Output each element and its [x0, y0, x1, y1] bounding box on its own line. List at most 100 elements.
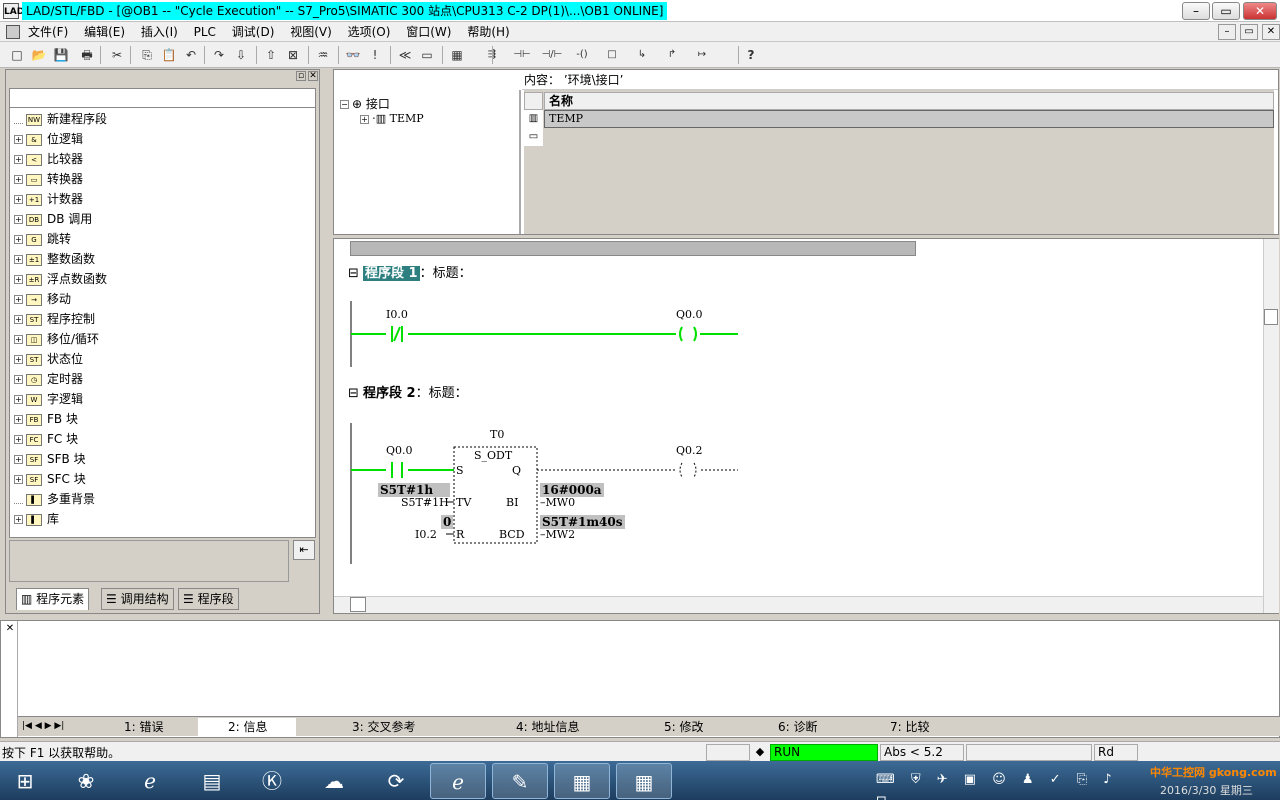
close-button[interactable]: ✕	[1243, 2, 1277, 20]
tree-item[interactable]: ▌ 多重背景	[14, 490, 95, 508]
tab-diagnose[interactable]: 6: 诊断	[778, 718, 818, 736]
editor-hscroll-thumb[interactable]	[350, 597, 366, 612]
tree-item[interactable]: + < 比较器	[14, 150, 83, 168]
editor-vscroll[interactable]	[1263, 239, 1279, 613]
coil-q02[interactable]	[676, 462, 700, 478]
menu-options[interactable]: 选项(O)	[342, 22, 397, 42]
menu-window[interactable]: 窗口(W)	[400, 22, 457, 42]
collapse-icon[interactable]: −	[340, 100, 349, 109]
tab-info[interactable]: 2: 信息	[198, 718, 296, 736]
print-icon[interactable]: 🖶	[78, 46, 96, 64]
expand-icon[interactable]: +	[14, 315, 23, 324]
online-icon[interactable]: ⊠	[284, 46, 302, 64]
tree-item[interactable]: + ◫ 移位/循环	[14, 330, 99, 348]
tree-item[interactable]: + DB DB 调用	[14, 210, 92, 228]
tree-item[interactable]: + & 位逻辑	[14, 130, 83, 148]
editor-vscroll-thumb[interactable]	[1264, 309, 1278, 325]
tree-item[interactable]: NW 新建程序段	[14, 110, 107, 128]
explorer-icon[interactable]: ▤	[184, 763, 240, 799]
menu-edit[interactable]: 编辑(E)	[78, 22, 131, 42]
monitor-icon[interactable]: ♒	[314, 46, 332, 64]
interface-root[interactable]: − ⊕ 接口	[340, 95, 390, 112]
box2-icon[interactable]: □	[600, 46, 624, 64]
mdi-minimize-button[interactable]: –	[1218, 24, 1236, 40]
tree-item[interactable]: + SF SFC 块	[14, 470, 86, 488]
mdi-close-button[interactable]: ✕	[1262, 24, 1280, 40]
save-icon[interactable]: 💾	[52, 46, 70, 64]
tree-item[interactable]: + → 移动	[14, 290, 71, 308]
panel-close-icon[interactable]: ✕	[308, 71, 318, 81]
expand-icon[interactable]: +	[14, 415, 23, 424]
tree-item[interactable]: + ±R 浮点数函数	[14, 270, 107, 288]
expand-icon[interactable]: +	[14, 195, 23, 204]
expand-icon[interactable]: +	[14, 235, 23, 244]
new-row-icon[interactable]: ▭	[524, 128, 543, 146]
tree-item[interactable]: + FB FB 块	[14, 410, 78, 428]
tab-errors[interactable]: 1: 错误	[124, 718, 164, 736]
tree-item[interactable]: + G 跳转	[14, 230, 71, 248]
expand-icon[interactable]: +	[14, 135, 23, 144]
tab-call-structure[interactable]: ☰ 调用结构	[101, 588, 174, 610]
menu-view[interactable]: 视图(V)	[284, 22, 338, 42]
paste-icon[interactable]: 📋	[160, 46, 178, 64]
expand-icon[interactable]: +	[14, 275, 23, 284]
menu-debug[interactable]: 调试(D)	[226, 22, 281, 42]
expand-icon[interactable]: +	[14, 455, 23, 464]
mdi-restore-button[interactable]: ▭	[1240, 24, 1258, 40]
tree-item[interactable]: + FC FC 块	[14, 430, 78, 448]
tab-compare[interactable]: 7: 比较	[890, 718, 930, 736]
branch-open-icon[interactable]: ↳	[630, 46, 654, 64]
view-icon[interactable]: ▭	[418, 46, 436, 64]
paint-icon[interactable]: ❀	[58, 763, 114, 799]
tab-cross-ref[interactable]: 3: 交叉参考	[352, 718, 416, 736]
download-icon[interactable]: ⇩	[232, 46, 250, 64]
menu-plc[interactable]: PLC	[188, 22, 222, 42]
help-icon[interactable]: ?	[742, 46, 760, 64]
tree-item[interactable]: + W 字逻辑	[14, 390, 83, 408]
mdi-system-icon[interactable]	[6, 25, 20, 39]
maximize-button[interactable]: ▭	[1212, 2, 1240, 20]
menu-file[interactable]: 文件(F)	[22, 22, 74, 42]
tab-address-info[interactable]: 4: 地址信息	[516, 718, 580, 736]
cloud-icon[interactable]: ☁	[306, 763, 362, 799]
expand-icon[interactable]: +	[14, 335, 23, 344]
expand-icon[interactable]: +	[14, 375, 23, 384]
overview-icon[interactable]: ▦	[448, 46, 466, 64]
expand-icon[interactable]: +	[14, 435, 23, 444]
coil-icon[interactable]: -()	[570, 46, 594, 64]
editor-hscroll[interactable]	[334, 596, 1263, 613]
lad-editor-icon[interactable]: ▦	[554, 763, 610, 799]
contact-nc-icon[interactable]: ⊣/⊢	[540, 46, 564, 64]
nav2-icon[interactable]: ≪	[396, 46, 414, 64]
expand-icon[interactable]: +	[14, 255, 23, 264]
interface-row[interactable]: TEMP	[544, 110, 1274, 128]
tab-modify[interactable]: 5: 修改	[664, 718, 704, 736]
tab-networks[interactable]: ☰ 程序段	[178, 588, 239, 610]
copy-icon[interactable]: ⎘	[138, 46, 156, 64]
ie2-icon[interactable]: ℯ	[430, 763, 486, 799]
nav-icon[interactable]: !	[366, 46, 384, 64]
tree-item[interactable]: + ▌ 库	[14, 510, 59, 528]
branch-close-icon[interactable]: ↱	[660, 46, 684, 64]
menu-insert[interactable]: 插入(I)	[135, 22, 184, 42]
contact-no-icon[interactable]: ⊣⊢	[510, 46, 534, 64]
connection-icon[interactable]: ↦	[690, 46, 714, 64]
k-app-icon[interactable]: Ⓚ	[244, 763, 300, 799]
new-icon[interactable]: □	[8, 46, 26, 64]
minimize-button[interactable]: –	[1182, 2, 1210, 20]
menu-help[interactable]: 帮助(H)	[461, 22, 515, 42]
expand-icon[interactable]: +	[14, 515, 23, 524]
tab-nav-arrows[interactable]: |◀ ◀ ▶ ▶|	[22, 719, 82, 734]
cut-icon[interactable]: ✂	[108, 46, 126, 64]
expand-icon[interactable]: +	[14, 475, 23, 484]
expand-icon[interactable]: +	[14, 395, 23, 404]
upload-icon[interactable]: ⇧	[262, 46, 280, 64]
coil-q00[interactable]	[676, 326, 700, 342]
tree-item[interactable]: + ◷ 定时器	[14, 370, 83, 388]
expand-icon[interactable]: +	[360, 114, 369, 124]
redo-icon[interactable]: ↷	[210, 46, 228, 64]
tree-item[interactable]: + ±1 整数函数	[14, 250, 95, 268]
tree-item[interactable]: + ST 程序控制	[14, 310, 95, 328]
tree-item[interactable]: + ▭ 转换器	[14, 170, 83, 188]
tree-item[interactable]: + SF SFB 块	[14, 450, 86, 468]
